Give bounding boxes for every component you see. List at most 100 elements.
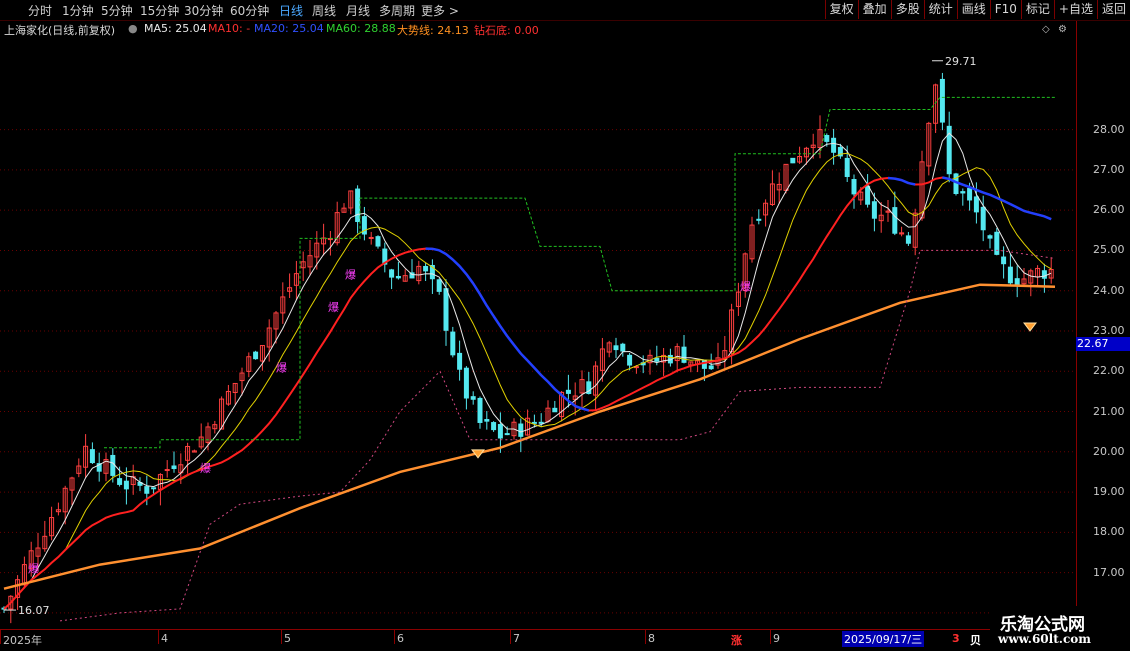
period-tab-7[interactable]: 周线: [312, 2, 336, 19]
candle-body: [757, 219, 761, 220]
candle-body: [539, 422, 543, 423]
date-tick: 4: [161, 632, 168, 645]
diamond-bottom-value: 钻石底: 0.00: [474, 22, 539, 38]
candle-body: [118, 479, 122, 485]
candle-body: [1002, 257, 1006, 264]
candle-body: [961, 192, 965, 193]
date-tick: 6: [397, 632, 404, 645]
tool-button-6[interactable]: 标记: [1021, 0, 1054, 19]
ma20-value: MA20: 25.04: [254, 22, 324, 35]
period-tab-0[interactable]: 分时: [28, 2, 52, 19]
ma20-down-segment: [494, 316, 501, 326]
price-tick: 25.00: [1093, 243, 1125, 256]
event-mark[interactable]: 贝: [970, 632, 981, 648]
burst-label: 爆: [28, 562, 39, 576]
burst-label: 爆: [740, 280, 751, 294]
date-separator: [281, 630, 282, 644]
watermark: 乐淘公式网 www.60lt.com: [990, 606, 1130, 650]
tool-button-4[interactable]: 画线: [957, 0, 990, 19]
candle-body: [124, 481, 128, 489]
candle-body: [621, 344, 625, 351]
tool-button-5[interactable]: F10: [990, 0, 1021, 19]
ma5-value: MA5: 25.04: [144, 22, 207, 35]
date-separator: [645, 630, 646, 644]
kline-chart[interactable]: 爆爆爆爆爆爆29.7116.07: [0, 37, 1076, 629]
candle-body: [396, 276, 400, 277]
period-tab-8[interactable]: 月线: [346, 2, 370, 19]
ma20-down-segment: [473, 283, 480, 294]
ma20-down-segment: [990, 195, 997, 198]
event-mark[interactable]: 涨: [731, 632, 742, 648]
candle-body: [464, 368, 468, 398]
event-mark[interactable]: 3: [952, 632, 960, 645]
period-tab-10[interactable]: 更多 >: [421, 2, 459, 19]
ma20-down-segment: [1024, 211, 1031, 213]
burst-label: 爆: [276, 360, 287, 374]
candle-body: [628, 355, 632, 365]
ma20-down-segment: [1004, 201, 1011, 204]
ma20-down-segment: [895, 179, 902, 180]
ma20-shadow: [4, 178, 1051, 610]
price-tick: 22.00: [1093, 364, 1125, 377]
settings-icon[interactable]: ●: [128, 22, 138, 35]
date-tick: 7: [513, 632, 520, 645]
period-tab-4[interactable]: 30分钟: [184, 2, 223, 19]
date-separator: [394, 630, 395, 644]
ma20-down-segment: [453, 260, 460, 267]
candle-body: [940, 79, 944, 122]
tool-button-8[interactable]: 返回: [1097, 0, 1130, 19]
tool-button-7[interactable]: +自选: [1054, 0, 1097, 19]
candle-body: [791, 158, 795, 162]
ma20-down-segment: [963, 185, 970, 187]
period-tab-5[interactable]: 60分钟: [230, 2, 269, 19]
ma20-down-segment: [997, 198, 1004, 201]
ma20-down-segment: [1031, 213, 1038, 215]
ma20-down-segment: [466, 274, 473, 283]
candle-body: [995, 232, 999, 254]
period-tab-1[interactable]: 1分钟: [62, 2, 94, 19]
low-price-label: 16.07: [18, 604, 50, 617]
candle-body: [437, 280, 441, 292]
candle-body: [254, 352, 258, 359]
candle-body: [498, 425, 502, 438]
ma20-down-segment: [1044, 216, 1051, 219]
burst-label: 爆: [200, 461, 211, 475]
candle-body: [424, 266, 428, 270]
period-tab-3[interactable]: 15分钟: [140, 2, 179, 19]
candle-body: [390, 270, 394, 277]
candle-body: [825, 136, 829, 142]
watermark-url: www.60lt.com: [998, 632, 1091, 646]
candle-body: [845, 158, 849, 176]
tool-button-3[interactable]: 统计: [924, 0, 957, 19]
candle-body: [852, 180, 856, 194]
candle-body: [111, 455, 115, 475]
ma20-down-segment: [942, 178, 949, 179]
burst-label: 爆: [345, 268, 356, 282]
tool-button-0[interactable]: 复权: [825, 0, 858, 19]
settings-gear-icon[interactable]: ⚙: [1058, 24, 1067, 35]
price-tick: 28.00: [1093, 123, 1125, 136]
candle-body: [356, 189, 360, 221]
ma20-down-segment: [500, 326, 507, 336]
candle-body: [566, 390, 570, 393]
period-tab-9[interactable]: 多周期: [379, 2, 415, 19]
ma20-down-segment: [521, 354, 528, 361]
period-tab-2[interactable]: 5分钟: [101, 2, 133, 19]
tool-button-2[interactable]: 多股: [891, 0, 924, 19]
diamond-outline-icon[interactable]: ◇: [1042, 24, 1050, 35]
ma20-down-segment: [528, 361, 535, 368]
date-separator: [770, 630, 771, 644]
ma20-line: [4, 178, 1051, 610]
ma20-down-segment: [902, 180, 909, 183]
candle-body: [444, 289, 448, 331]
date-cursor-box: 2025/09/17/三: [842, 631, 924, 647]
period-tab-6[interactable]: 日线: [279, 2, 303, 19]
candle-body: [553, 408, 557, 411]
price-tick: 24.00: [1093, 284, 1125, 297]
tool-button-1[interactable]: 叠加: [858, 0, 891, 19]
high-price-label: 29.71: [945, 55, 977, 68]
ma20-down-segment: [541, 375, 548, 382]
candle-body: [458, 353, 462, 369]
price-axis: 16.0017.0018.0019.0020.0021.0022.0023.00…: [1076, 21, 1130, 629]
candle-body: [492, 423, 496, 430]
